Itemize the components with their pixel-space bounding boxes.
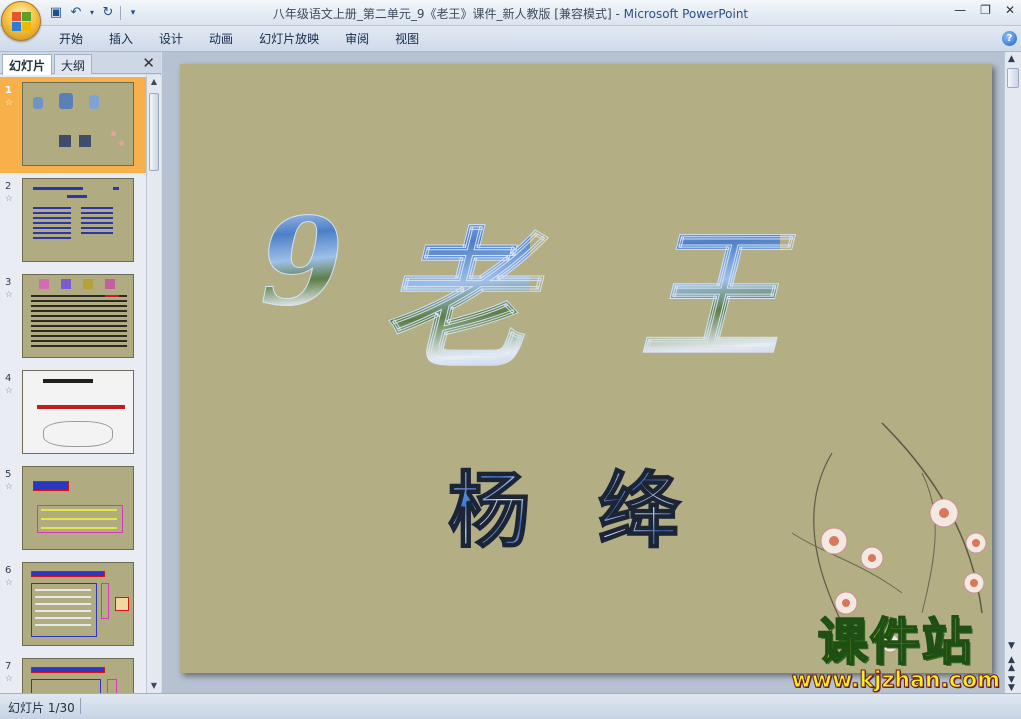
tab-animations[interactable]: 动画: [196, 31, 246, 47]
panel-tabs: 幻灯片 大纲 ✕: [0, 52, 161, 75]
slide-thumbnail-7[interactable]: 7 ☆: [0, 653, 146, 693]
slide-preview: [22, 274, 134, 358]
scroll-down-icon[interactable]: ▼: [149, 681, 159, 691]
scroll-up-icon[interactable]: ▲: [1008, 55, 1015, 64]
thumbnail-scrollbar[interactable]: ▲ ▼: [146, 75, 161, 693]
slide-preview: [22, 82, 134, 166]
scrollbar-thumb[interactable]: [1007, 68, 1019, 88]
slide-number: 7: [5, 661, 12, 672]
tab-insert[interactable]: 插入: [96, 31, 146, 47]
slide-number: 4: [5, 373, 12, 384]
slide-thumbnail-3[interactable]: 3 ☆: [0, 269, 146, 365]
app-name: Microsoft PowerPoint: [623, 7, 749, 21]
tab-outline[interactable]: 大纲: [54, 54, 93, 74]
status-bar: 幻灯片 1/30: [0, 693, 1021, 719]
title-char-wang: 王: [639, 184, 780, 386]
slides-panel: 幻灯片 大纲 ✕ 1 ☆ 2 ☆ 3 ☆ 4 ☆ 5 ☆ 6 ☆ 7 ☆ ▲ ▼: [0, 52, 161, 693]
window-controls: — ❐ ✕: [954, 3, 1015, 17]
animation-star-icon: ☆: [5, 98, 14, 108]
slide-preview: [22, 562, 134, 646]
watermark-text: 课件站: [817, 613, 974, 671]
slide-number: 2: [5, 181, 12, 192]
slide-number: 3: [5, 277, 12, 288]
window-title: 八年级语文上册_第二单元_9《老王》课件_新人教版 [兼容模式] - Micro…: [0, 5, 1021, 22]
status-separator: [80, 698, 81, 714]
office-logo-icon: [12, 12, 32, 32]
thumbnail-list: 1 ☆ 2 ☆ 3 ☆ 4 ☆ 5 ☆ 6 ☆ 7 ☆: [0, 75, 146, 693]
slide-number: 1: [5, 85, 12, 96]
watermark-url: www.kjzhan.com: [791, 668, 1001, 694]
slide-thumbnail-6[interactable]: 6 ☆: [0, 557, 146, 653]
author-char-yang: 杨: [447, 444, 531, 563]
tab-slides[interactable]: 幻灯片: [2, 54, 53, 75]
site-watermark: 课件站 www.kjzhan.com: [791, 613, 1001, 694]
previous-slide-icon[interactable]: ▲ ▲: [1008, 656, 1015, 673]
animation-star-icon: ☆: [5, 578, 14, 588]
animation-star-icon: ☆: [5, 482, 14, 492]
title-separator: -: [611, 7, 624, 21]
slide-thumbnail-1[interactable]: 1 ☆: [0, 77, 146, 173]
slide-editor: 9 老 王 杨 绛 课件站 www.kjzhan.com: [162, 52, 1004, 694]
minimize-icon[interactable]: —: [954, 3, 966, 17]
tab-review[interactable]: 审阅: [332, 31, 382, 47]
scroll-up-icon[interactable]: ▲: [149, 77, 159, 87]
animation-star-icon: ☆: [5, 674, 14, 684]
slide-thumbnail-4[interactable]: 4 ☆: [0, 365, 146, 461]
help-icon[interactable]: ?: [1002, 31, 1017, 46]
slide-preview: [22, 370, 134, 454]
author-char-jiang: 绛: [597, 444, 681, 563]
tab-slideshow[interactable]: 幻灯片放映: [246, 31, 332, 47]
close-panel-icon[interactable]: ✕: [142, 54, 155, 72]
scrollbar-thumb[interactable]: [149, 93, 159, 171]
ribbon-tabs: 开始 插入 设计 动画 幻灯片放映 审阅 视图 ?: [0, 26, 1021, 52]
animation-star-icon: ☆: [5, 386, 14, 396]
slide-canvas[interactable]: 9 老 王 杨 绛: [180, 64, 992, 673]
tab-view[interactable]: 视图: [382, 31, 432, 47]
slide-number: 6: [5, 565, 12, 576]
editor-scrollbar[interactable]: ▲ ▼ ▲ ▲ ▼ ▼: [1004, 52, 1021, 693]
animation-star-icon: ☆: [5, 290, 14, 300]
office-button[interactable]: [1, 1, 41, 41]
slide-preview: [22, 178, 134, 262]
slide-thumbnail-2[interactable]: 2 ☆: [0, 173, 146, 269]
scroll-down-icon[interactable]: ▼: [1008, 642, 1015, 651]
title-bar: ▣ ↶ ▾ ↻ ▾ 八年级语文上册_第二单元_9《老王》课件_新人教版 [兼容模…: [0, 0, 1021, 41]
slide-indicator: 幻灯片 1/30: [8, 701, 75, 715]
title-number: 9: [260, 192, 344, 334]
slide-number: 5: [5, 469, 12, 480]
restore-icon[interactable]: ❐: [980, 3, 991, 17]
tab-design[interactable]: 设计: [146, 31, 196, 47]
next-slide-icon[interactable]: ▼ ▼: [1008, 676, 1015, 693]
document-title: 八年级语文上册_第二单元_9《老王》课件_新人教版 [兼容模式]: [272, 7, 612, 21]
slide-preview: [22, 658, 134, 693]
title-char-lao: 老: [379, 180, 530, 397]
slide-thumbnail-5[interactable]: 5 ☆: [0, 461, 146, 557]
tab-home[interactable]: 开始: [46, 31, 96, 47]
animation-star-icon: ☆: [5, 194, 14, 204]
slide-preview: [22, 466, 134, 550]
close-icon[interactable]: ✕: [1005, 3, 1015, 17]
